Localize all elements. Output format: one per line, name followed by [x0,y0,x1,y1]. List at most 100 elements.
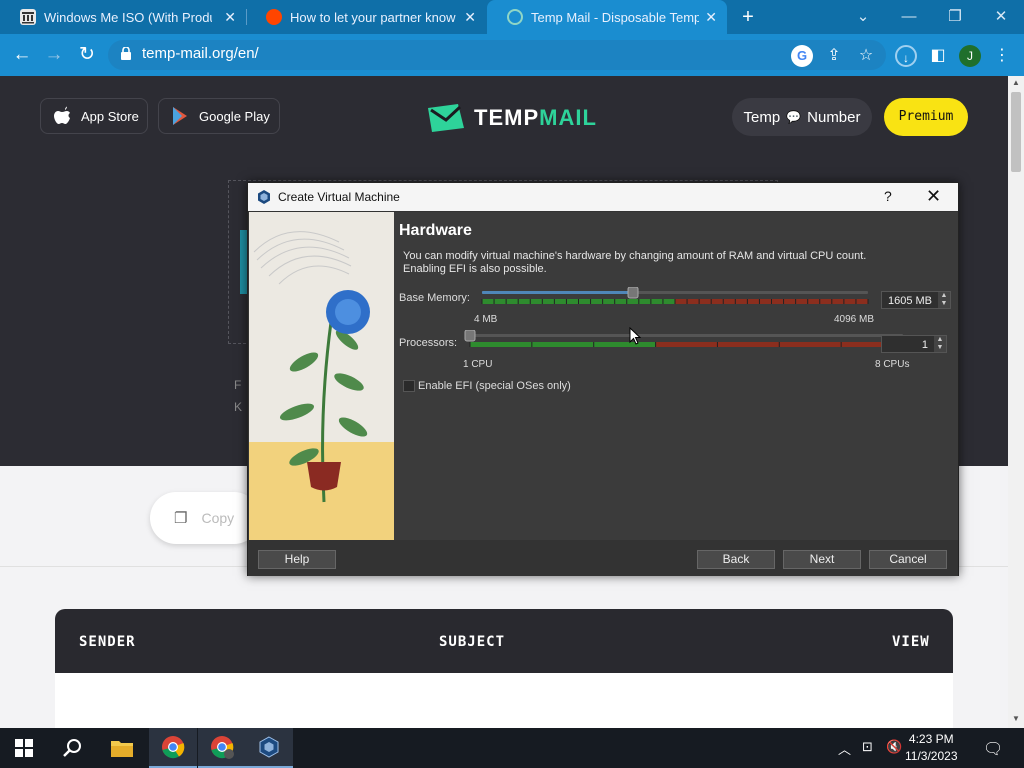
minimize-button[interactable]: — [894,4,924,30]
chrome-profile-icon[interactable] [198,728,246,768]
start-icon[interactable] [0,728,48,768]
enable-efi-label[interactable]: Enable EFI (special OSes only) [418,380,571,392]
close-tab-icon[interactable]: ✕ [224,9,236,26]
number-label: Number [807,108,861,126]
slider-handle [627,286,639,299]
page-description: You can modify virtual machine's hardwar… [403,250,867,275]
close-window-button[interactable]: ✕ [986,4,1016,30]
slider-handle [464,329,476,342]
restore-button[interactable]: ❐ [940,4,970,30]
enable-efi-checkbox[interactable] [403,380,415,392]
copy-label: Copy [201,510,235,526]
clock-time: 4:23 PM [908,732,954,746]
scrollbar-thumb[interactable] [1011,92,1021,172]
slider-groove [470,334,903,337]
processors-label: Processors: [399,337,458,349]
column-sender: SENDER [79,634,136,650]
reload-icon[interactable]: ↻ [75,43,99,67]
app-store-label: App Store [81,108,139,124]
search-icon[interactable] [48,728,96,768]
url-text[interactable]: temp-mail.org/en/ [142,45,259,62]
dialog-titlebar[interactable]: Create Virtual Machine ? ✕ [248,183,958,211]
copy-button[interactable]: ❐ Copy [150,492,260,544]
processors-max-label: 8 CPUs [875,359,910,370]
app-store-button[interactable]: App Store [40,98,148,134]
processors-spinbox[interactable]: 1 ▲ ▼ [881,335,947,353]
tab-title: How to let your partner know yo [290,9,458,25]
slider-fill [482,291,634,294]
inbox-list [55,673,953,728]
tab-reddit[interactable]: How to let your partner know yo ✕ [246,0,486,34]
bg-text: K [234,400,243,414]
close-icon[interactable]: ✕ [926,186,941,207]
cancel-button[interactable]: Cancel [869,550,947,569]
reddit-icon [266,9,282,25]
page-title: Hardware [399,222,472,239]
logo-temp: TEMP [474,105,540,130]
processors-slider[interactable] [464,329,909,350]
envelope-logo-icon [428,104,464,132]
avatar[interactable]: J [959,45,981,67]
virtualbox-icon[interactable] [245,728,293,768]
tab-temp-mail[interactable]: Temp Mail - Disposable Tempora ✕ [487,0,727,34]
spin-arrows-icon[interactable]: ▲ ▼ [934,336,946,352]
bookmark-star-icon[interactable]: ☆ [855,45,877,67]
file-explorer-icon[interactable] [98,728,146,768]
archive-icon [20,9,36,25]
tab-title: Temp Mail - Disposable Tempora [531,9,699,25]
memory-max-label: 4096 MB [834,314,875,325]
lock-icon[interactable] [121,47,131,60]
tab-search-icon[interactable]: ⌄ [848,4,878,30]
google-play-label: Google Play [199,108,270,124]
google-play-button[interactable]: Google Play [158,98,280,134]
help-icon[interactable]: ? [884,188,892,204]
copy-icon: ❐ [174,510,188,527]
notifications-icon[interactable]: 🗨 [983,739,1003,759]
dialog-title: Create Virtual Machine [278,190,400,204]
chrome-icon[interactable] [149,728,197,768]
create-vm-dialog: Create Virtual Machine ? ✕ Hardware You … [247,182,959,576]
windows-taskbar: ︿ ⊡ 🔇 4:23 PM 11/3/2023 🗨 [0,728,1024,768]
inbox-header: SENDER SUBJECT VIEW [55,609,953,673]
volume-muted-icon[interactable]: 🔇 [886,739,902,755]
network-icon[interactable]: ⊡ [862,739,873,755]
tempmail-logo[interactable]: TEMP MAIL [428,104,597,132]
base-memory-value: 1605 MB [887,295,932,307]
next-button[interactable]: Next [783,550,861,569]
scroll-up-icon[interactable]: ▲ [1012,78,1020,87]
hardware-page: Hardware You can modify virtual machine'… [394,212,958,540]
close-tab-icon[interactable]: ✕ [464,9,476,26]
scrollbar[interactable]: ▲ ▼ [1008,76,1024,728]
show-hidden-icons-icon[interactable]: ︿ [838,739,851,758]
premium-button[interactable]: Premium [884,98,968,136]
base-memory-spinbox[interactable]: 1605 MB ▲ ▼ [881,291,951,309]
google-play-icon [173,107,187,125]
tab-windows-me-iso[interactable]: Windows Me ISO (With Product ✕ [0,0,246,34]
google-icon[interactable]: G [791,45,813,67]
scroll-down-icon[interactable]: ▼ [1012,714,1020,723]
base-memory-slider[interactable] [476,286,874,307]
wizard-plant-illustration [249,212,394,540]
chat-bubble-icon: 💬 [786,110,802,124]
side-panel-icon[interactable]: ◧ [927,45,949,67]
bg-text: F [234,378,242,392]
new-tab-button[interactable]: + [738,5,758,29]
column-view: VIEW [892,634,930,650]
logo-mail: MAIL [539,105,597,130]
menu-kebab-icon[interactable]: ⋮ [991,45,1013,67]
share-icon[interactable]: ⇪ [823,45,845,67]
processors-scale [464,329,904,347]
virtualbox-icon [258,190,270,204]
back-arrow-icon[interactable]: ← [10,43,34,67]
forward-arrow-icon[interactable]: → [42,43,66,67]
back-button[interactable]: Back [697,550,775,569]
download-icon[interactable]: ↓ [895,45,917,67]
memory-min-label: 4 MB [474,314,498,325]
temp-number-button[interactable]: Temp 💬 Number [732,98,872,136]
system-clock[interactable]: 4:23 PM 11/3/2023 [905,731,958,765]
spin-arrows-icon[interactable]: ▲ ▼ [938,292,950,308]
help-button[interactable]: Help [258,550,336,569]
tab-title: Windows Me ISO (With Product [44,9,212,25]
dialog-footer: Help Back Next Cancel [248,540,958,576]
close-tab-icon[interactable]: ✕ [705,9,717,26]
